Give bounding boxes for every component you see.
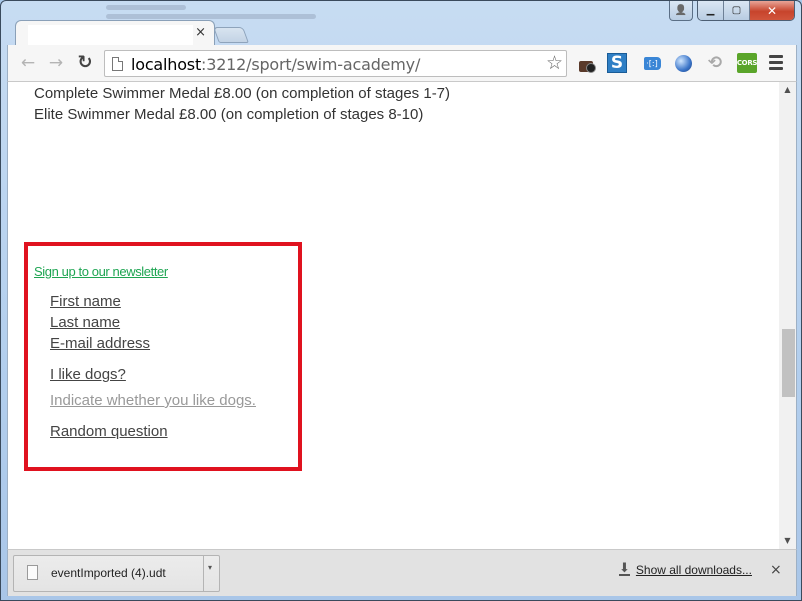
- vertical-scrollbar[interactable]: ▲ ▼: [779, 82, 796, 549]
- browser-window: 👤 ▁ ▢ ✕ × ← → ↻ localhost:3212/sport/swi…: [0, 0, 802, 601]
- close-window-button[interactable]: ✕: [750, 1, 794, 20]
- profile-button[interactable]: 👤: [669, 1, 693, 21]
- shelf-close-icon[interactable]: ×: [770, 562, 782, 578]
- medal-elite-swimmer: Elite Swimmer Medal £8.00 (on completion…: [34, 106, 424, 123]
- new-tab-button[interactable]: [213, 27, 249, 43]
- tag-extension-icon[interactable]: ·[:]: [642, 53, 662, 73]
- email-label[interactable]: E-mail address: [50, 335, 150, 352]
- forward-arrow-icon[interactable]: →: [45, 53, 67, 73]
- tab-close-icon[interactable]: ×: [195, 25, 206, 40]
- first-name-label[interactable]: First name: [50, 293, 121, 310]
- last-name-label[interactable]: Last name: [50, 314, 120, 331]
- random-question-label[interactable]: Random question: [50, 423, 168, 440]
- like-dogs-hint: Indicate whether you like dogs.: [50, 392, 256, 409]
- globe-extension-icon[interactable]: [673, 53, 693, 73]
- download-icon: ⬇: [619, 561, 630, 576]
- browser-toolbar: ← → ↻ localhost:3212/sport/swim-academy/…: [7, 45, 797, 82]
- address-bar[interactable]: localhost:3212/sport/swim-academy/ ☆: [104, 50, 567, 77]
- browser-tab[interactable]: ×: [15, 20, 215, 47]
- maximize-button[interactable]: ▢: [724, 1, 750, 20]
- url-text[interactable]: localhost:3212/sport/swim-academy/: [131, 55, 420, 74]
- reload-icon[interactable]: ↻: [74, 53, 96, 73]
- scrollbar-thumb[interactable]: [782, 329, 795, 397]
- page-icon: [112, 57, 123, 71]
- scroll-down-arrow-icon[interactable]: ▼: [779, 533, 796, 549]
- minimize-button[interactable]: ▁: [698, 1, 724, 20]
- page-content: Complete Swimmer Medal £8.00 (on complet…: [7, 82, 797, 549]
- download-item[interactable]: eventImported (4).udt ▾: [13, 555, 220, 592]
- tab-title: [28, 25, 193, 47]
- history-extension-icon[interactable]: ⟲: [705, 53, 725, 73]
- medal-complete-swimmer: Complete Swimmer Medal £8.00 (on complet…: [34, 85, 451, 102]
- download-menu-chevron-icon[interactable]: ▾: [208, 563, 212, 572]
- window-controls: 👤 ▁ ▢ ✕: [669, 1, 795, 21]
- maximize-icon: ▢: [731, 5, 742, 16]
- s-extension-icon[interactable]: S: [607, 53, 627, 73]
- camera-extension-icon[interactable]: [576, 53, 596, 73]
- url-path: :3212/sport/swim-academy/: [201, 55, 421, 74]
- tag-extension-label: ·[:]: [643, 56, 661, 70]
- file-icon: [27, 565, 38, 580]
- download-shelf: eventImported (4).udt ▾ ⬇ Show all downl…: [7, 549, 797, 596]
- show-all-downloads-label: Show all downloads...: [635, 563, 752, 577]
- bookmark-star-icon[interactable]: ☆: [546, 52, 563, 74]
- newsletter-signup-link[interactable]: Sign up to our newsletter: [34, 264, 168, 279]
- caption-buttons: ▁ ▢ ✕: [697, 1, 795, 21]
- newsletter-highlight-box: Sign up to our newsletter First name Las…: [24, 242, 302, 471]
- hamburger-menu-icon[interactable]: [769, 55, 783, 73]
- cors-extension-icon[interactable]: CORS: [737, 53, 757, 73]
- download-file-name: eventImported (4).udt: [51, 566, 166, 580]
- url-host: localhost: [131, 55, 202, 74]
- back-arrow-icon[interactable]: ←: [17, 53, 39, 73]
- show-all-downloads-link[interactable]: ⬇ Show all downloads...: [619, 561, 752, 577]
- close-icon: ✕: [766, 3, 778, 18]
- scroll-up-arrow-icon[interactable]: ▲: [779, 82, 796, 98]
- like-dogs-label[interactable]: I like dogs?: [50, 366, 126, 383]
- person-icon: 👤: [674, 5, 688, 16]
- download-item-divider: [203, 556, 204, 591]
- minimize-icon: ▁: [706, 5, 715, 16]
